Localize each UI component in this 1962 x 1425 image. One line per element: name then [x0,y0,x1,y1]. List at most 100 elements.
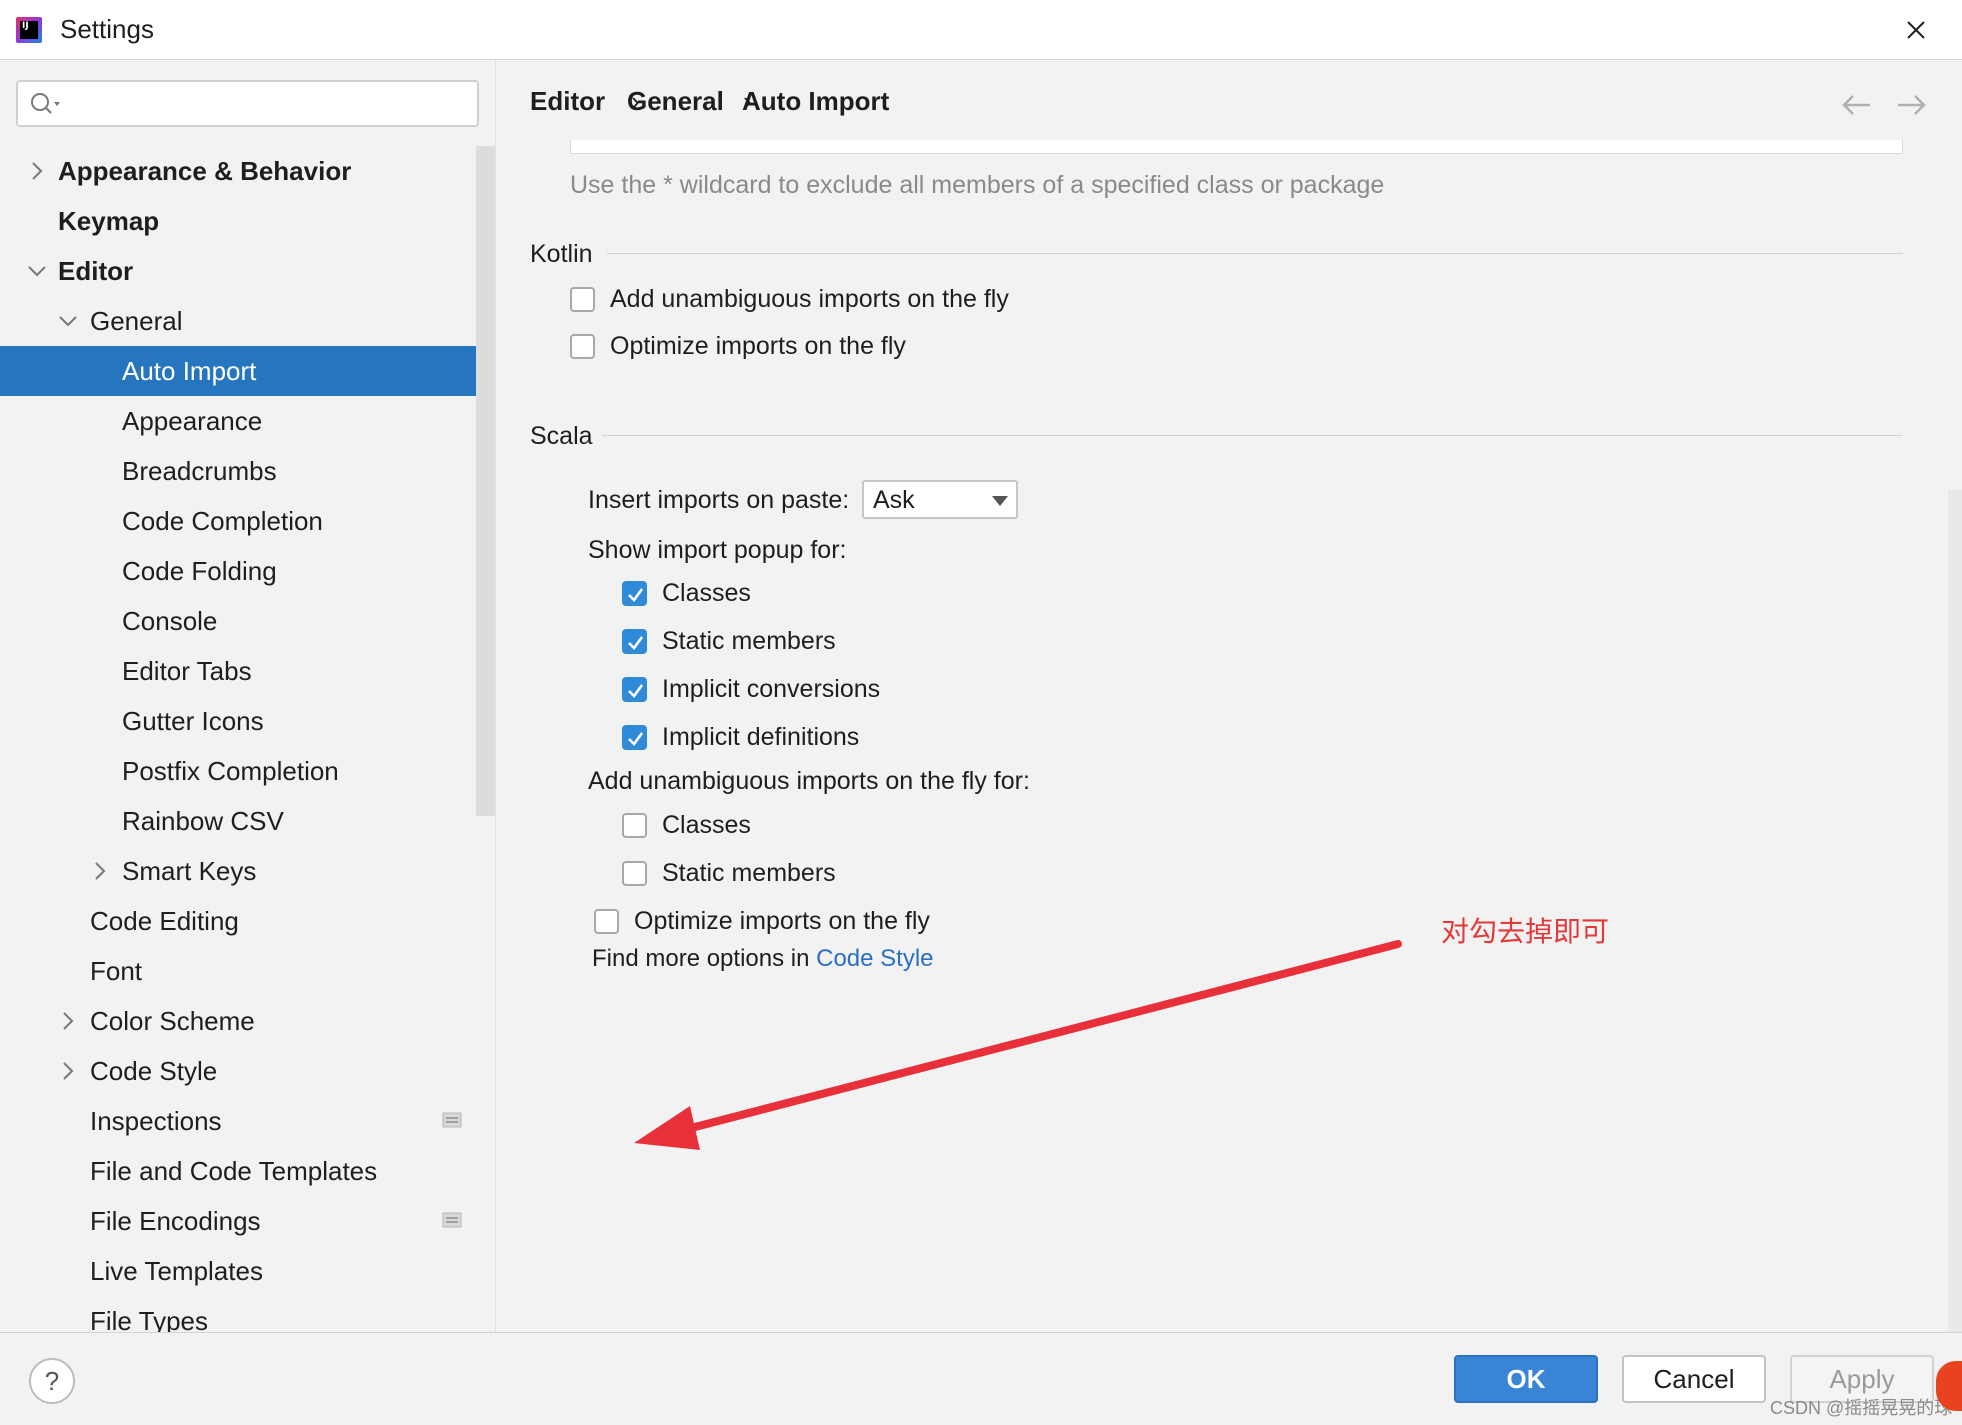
breadcrumb-item-editor: Editor [530,86,606,116]
sidebar-item-breadcrumbs[interactable]: Breadcrumbs [0,446,495,496]
sidebar-item-file-and-code-templates[interactable]: File and Code Templates [0,1146,495,1196]
sidebar-item-smart-keys[interactable]: Smart Keys [0,846,495,896]
sidebar-item-live-templates[interactable]: Live Templates [0,1246,495,1296]
close-button[interactable] [1896,10,1936,50]
code-style-link[interactable]: Code Style [816,945,933,972]
kotlin-optimize-label: Optimize imports on the fly [610,332,906,360]
chevron-right-icon[interactable] [88,846,112,896]
chevron-down-icon [992,496,1008,506]
kotlin-add-unambiguous-checkbox[interactable] [570,287,595,312]
intellij-app-icon: IJ [16,17,42,43]
annotation-note: 对勾去掉即可 [1441,915,1610,948]
sidebar-item-label: Smart Keys [122,856,257,886]
sidebar-item-inspections[interactable]: Inspections [0,1096,495,1146]
check-icon [628,732,644,746]
sidebar-item-file-encodings[interactable]: File Encodings [0,1196,495,1246]
kotlin-section-title: Kotlin [530,240,593,268]
chevron-down-icon[interactable] [56,296,80,346]
kotlin-section-divider [607,253,1903,254]
csdn-logo-icon [1936,1361,1962,1411]
sidebar-item-editor-tabs[interactable]: Editor Tabs [0,646,495,696]
chevron-down-icon[interactable] [25,246,49,296]
project-settings-icon [442,1212,462,1228]
watermark: CSDN @摇摇晃晃的球 [1770,1398,1953,1418]
sidebar-item-general[interactable]: General [0,296,495,346]
sidebar-item-code-folding[interactable]: Code Folding [0,546,495,596]
popup-implicit-definitions-checkbox[interactable] [622,725,647,750]
popup-classes-checkbox[interactable] [622,581,647,606]
popup-classes-label: Classes [662,579,751,607]
sidebar-item-label: File Types [90,1306,209,1332]
unambiguous-static-members-label: Static members [662,859,836,887]
exclude-hint: Use the * wildcard to exclude all member… [570,171,1385,199]
sidebar-item-label: Inspections [90,1106,222,1136]
dialog-footer: ? OK Cancel Apply CSDN @摇摇晃晃的球 [0,1332,1962,1425]
search-input[interactable] [68,88,468,120]
settings-content: Editor › General › Auto Import Use the *… [497,60,1962,1332]
breadcrumb-item-general: General [627,86,724,116]
popup-static-members-label: Static members [662,627,836,655]
chevron-right-icon[interactable] [56,1046,80,1096]
sidebar-item-code-editing[interactable]: Code Editing [0,896,495,946]
title-bar: IJ Settings [0,0,1962,60]
sidebar-item-label: Appearance & Behavior [58,156,352,186]
sidebar-item-label: Font [90,956,143,986]
ok-button[interactable]: OK [1454,1355,1598,1403]
sidebar-item-code-completion[interactable]: Code Completion [0,496,495,546]
sidebar-item-appearance[interactable]: Appearance [0,396,495,446]
insert-imports-select[interactable]: Ask [862,480,1018,519]
popup-implicit-conversions-label: Implicit conversions [662,675,881,703]
check-icon [628,636,644,650]
chevron-right-icon[interactable] [25,146,49,196]
settings-sidebar: Appearance & Behavior Keymap Editor General… [0,60,496,1332]
sidebar-item-code-style[interactable]: Code Style [0,1046,495,1096]
sidebar-item-label: File Encodings [90,1206,261,1236]
sidebar-item-file-types[interactable]: File Types [0,1296,495,1332]
sidebar-item-color-scheme[interactable]: Color Scheme [0,996,495,1046]
sidebar-item-label: Breadcrumbs [122,456,277,486]
sidebar-item-appearance-behavior[interactable]: Appearance & Behavior [0,146,495,196]
sidebar-item-label: File and Code Templates [90,1156,378,1186]
search-box[interactable] [16,80,479,127]
app-icon-text: IJ [20,21,38,39]
popup-implicit-conversions-checkbox[interactable] [622,677,647,702]
scala-optimize-checkbox[interactable] [594,909,619,934]
cancel-button[interactable]: Cancel [1622,1355,1766,1403]
chevron-right-icon[interactable] [56,996,80,1046]
sidebar-item-label: Gutter Icons [122,706,264,736]
more-options-prefix: Find more options in [592,945,810,972]
insert-imports-label: Insert imports on paste: [588,486,850,514]
sidebar-item-gutter-icons[interactable]: Gutter Icons [0,696,495,746]
sidebar-item-editor[interactable]: Editor [0,246,495,296]
sidebar-scrollbar[interactable] [476,146,495,816]
add-unambiguous-for-label: Add unambiguous imports on the fly for: [588,767,1030,795]
unambiguous-classes-checkbox[interactable] [622,813,647,838]
popup-static-members-checkbox[interactable] [622,629,647,654]
check-icon [628,684,644,698]
project-settings-icon [442,1112,462,1128]
exclude-list-field[interactable] [570,140,1903,154]
sidebar-item-rainbow-csv[interactable]: Rainbow CSV [0,796,495,846]
sidebar-item-keymap[interactable]: Keymap [0,196,495,246]
close-icon [1907,21,1925,39]
sidebar-item-label: Postfix Completion [122,756,339,786]
sidebar-item-auto-import[interactable]: Auto Import [0,346,495,396]
sidebar-item-label: Editor [58,256,134,286]
check-icon [628,588,644,602]
sidebar-item-postfix-completion[interactable]: Postfix Completion [0,746,495,796]
scala-section-title: Scala [530,422,593,450]
unambiguous-static-members-checkbox[interactable] [622,861,647,886]
back-arrow-icon[interactable] [1842,95,1870,115]
content-scrollbar[interactable] [1948,490,1962,1332]
scala-optimize-label: Optimize imports on the fly [634,907,930,935]
sidebar-item-label: Code Editing [90,906,239,936]
sidebar-item-font[interactable]: Font [0,946,495,996]
kotlin-optimize-checkbox[interactable] [570,334,595,359]
sidebar-item-console[interactable]: Console [0,596,495,646]
sidebar-item-label: Keymap [58,206,160,236]
help-button[interactable]: ? [29,1358,75,1404]
sidebar-item-label: Appearance [122,406,263,436]
unambiguous-classes-label: Classes [662,811,751,839]
popup-implicit-definitions-label: Implicit definitions [662,723,860,751]
forward-arrow-icon[interactable] [1898,95,1926,115]
